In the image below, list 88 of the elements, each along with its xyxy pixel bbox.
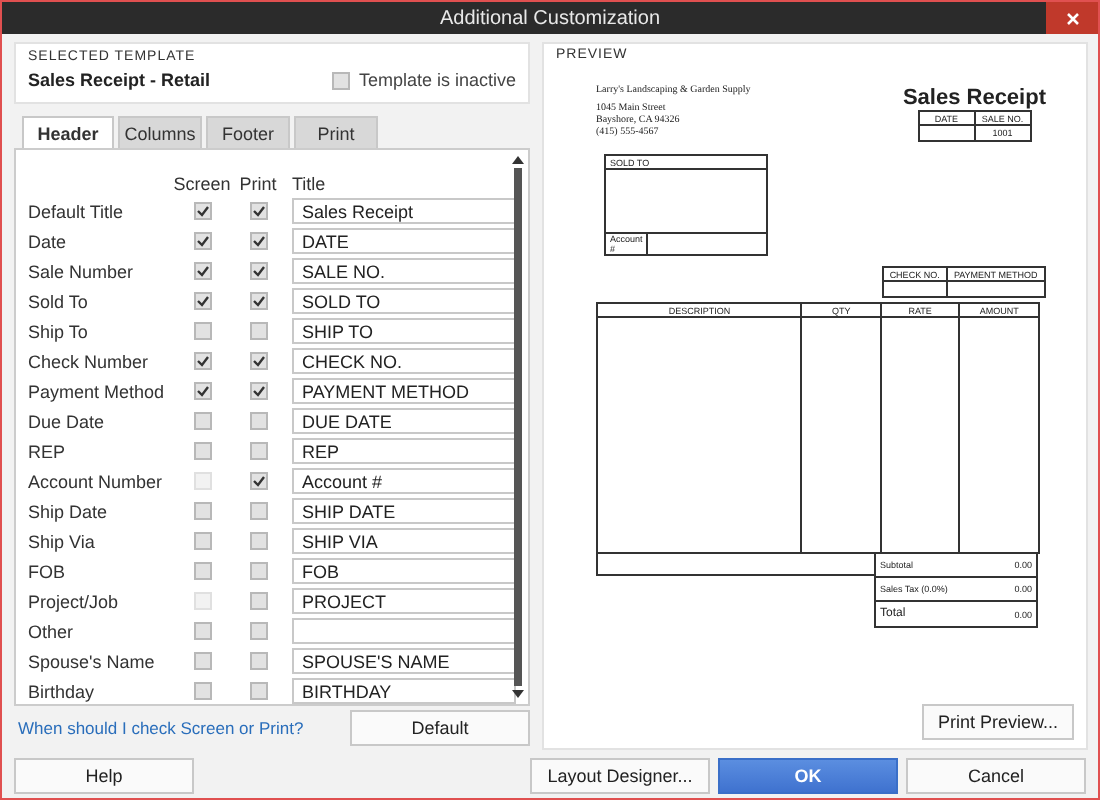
field-label: REP — [28, 441, 68, 461]
print-checkbox[interactable] — [249, 622, 267, 640]
field-label: Check Number — [28, 351, 151, 371]
close-button[interactable] — [1046, 2, 1098, 34]
field-label: Ship Via — [28, 531, 97, 551]
title-field[interactable]: BIRTHDAY — [292, 678, 516, 704]
print-checkbox[interactable] — [249, 442, 267, 460]
title-field[interactable]: DUE DATE — [292, 408, 516, 434]
column-heading: Title — [292, 174, 328, 194]
field-label: Ship Date — [28, 501, 110, 521]
title-field[interactable]: SOLD TO — [292, 288, 516, 314]
field-label: Due Date — [28, 411, 107, 431]
title-field[interactable]: SPOUSE'S NAME — [292, 648, 516, 674]
screen-checkbox[interactable] — [193, 262, 211, 280]
field-label: Spouse's Name — [28, 651, 157, 671]
screen-checkbox[interactable] — [193, 502, 211, 520]
print-checkbox[interactable] — [249, 412, 267, 430]
screen-checkbox[interactable] — [193, 322, 211, 340]
window-title: Additional Customization — [439, 7, 661, 29]
print-checkbox[interactable] — [249, 682, 267, 700]
title-field[interactable] — [292, 618, 516, 644]
document-title: Sales Receipt — [902, 86, 1046, 110]
screen-checkbox[interactable] — [193, 202, 211, 220]
print-checkbox[interactable] — [249, 232, 267, 250]
tab[interactable]: Header — [22, 116, 114, 148]
title-field[interactable]: Sales Receipt — [292, 198, 516, 224]
dialog-button[interactable]: Cancel — [906, 758, 1086, 794]
dialog-button[interactable]: Layout Designer... — [530, 758, 710, 794]
print-checkbox[interactable] — [249, 652, 267, 670]
screen-checkbox[interactable] — [193, 352, 211, 370]
title-field[interactable]: CHECK NO. — [292, 348, 516, 374]
screen-checkbox[interactable] — [193, 622, 211, 640]
title-field[interactable]: SHIP VIA — [292, 528, 516, 554]
screen-checkbox[interactable] — [193, 412, 211, 430]
print-checkbox[interactable] — [249, 592, 267, 610]
screen-checkbox[interactable] — [193, 232, 211, 250]
screen-checkbox[interactable] — [193, 292, 211, 310]
title-field[interactable]: SALE NO. — [292, 258, 516, 284]
title-field[interactable]: PAYMENT METHOD — [292, 378, 516, 404]
print-checkbox[interactable] — [249, 202, 267, 220]
tab[interactable]: Footer — [206, 116, 290, 148]
tab[interactable]: Columns — [118, 116, 202, 148]
print-preview-button[interactable]: Print Preview... — [922, 704, 1074, 740]
close-icon — [1065, 11, 1079, 25]
title-field[interactable]: DATE — [292, 228, 516, 254]
print-checkbox[interactable] — [249, 562, 267, 580]
print-checkbox[interactable] — [249, 262, 267, 280]
print-checkbox[interactable] — [249, 502, 267, 520]
tab[interactable]: Print — [294, 116, 378, 148]
field-label: Default Title — [28, 201, 126, 221]
field-label: Date — [28, 231, 69, 251]
title-field[interactable]: SHIP DATE — [292, 498, 516, 524]
print-checkbox[interactable] — [249, 532, 267, 550]
print-checkbox[interactable] — [249, 472, 267, 490]
screen-checkbox[interactable] — [193, 442, 211, 460]
screen-checkbox[interactable] — [193, 652, 211, 670]
field-label: Sale Number — [28, 261, 136, 281]
default-button[interactable]: Default — [350, 710, 530, 746]
field-label: Ship To — [28, 321, 90, 341]
field-label: Account Number — [28, 471, 165, 491]
screen-checkbox[interactable] — [193, 682, 211, 700]
help-link[interactable]: When should I check Screen or Print? — [18, 718, 304, 738]
column-heading: Print — [239, 174, 277, 194]
title-field[interactable]: Account # — [292, 468, 516, 494]
dialog-button[interactable]: Help — [14, 758, 194, 794]
field-label: Birthday — [28, 681, 97, 701]
column-heading: Screen — [173, 174, 231, 194]
scroll-up-icon[interactable] — [511, 156, 523, 164]
title-field[interactable]: PROJECT — [292, 588, 516, 614]
title-field[interactable]: SHIP TO — [292, 318, 516, 344]
title-field[interactable]: REP — [292, 438, 516, 464]
title-field[interactable]: FOB — [292, 558, 516, 584]
scroll-down-icon[interactable] — [511, 690, 523, 698]
field-label: Other — [28, 621, 76, 641]
ok-button[interactable]: OK — [718, 758, 898, 794]
print-checkbox[interactable] — [249, 382, 267, 400]
print-checkbox[interactable] — [249, 322, 267, 340]
screen-checkbox[interactable] — [193, 532, 211, 550]
field-label: Sold To — [28, 291, 90, 311]
print-checkbox[interactable] — [249, 292, 267, 310]
screen-checkbox[interactable] — [193, 382, 211, 400]
field-label: Project/Job — [28, 591, 121, 611]
print-checkbox[interactable] — [249, 352, 267, 370]
scrollbar[interactable] — [510, 156, 524, 698]
field-label: FOB — [28, 561, 68, 581]
screen-checkbox[interactable] — [193, 562, 211, 580]
template-name: Sales Receipt - Retail — [28, 70, 211, 90]
field-label: Payment Method — [28, 381, 167, 401]
